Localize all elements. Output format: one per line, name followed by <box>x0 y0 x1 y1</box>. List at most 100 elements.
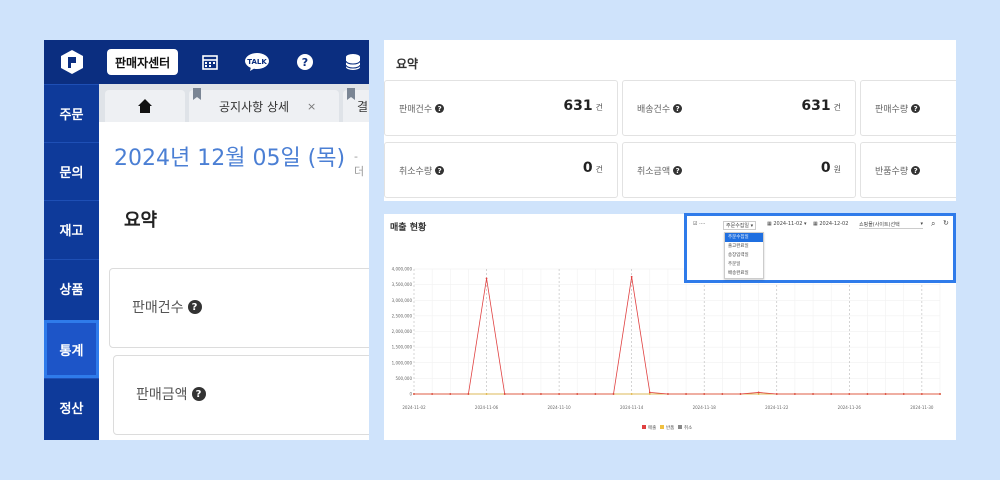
help-icon[interactable]: ? <box>673 104 683 113</box>
data-point <box>612 393 615 395</box>
dropdown-option[interactable]: 주문수집일 <box>725 233 763 242</box>
card-value: 0 <box>582 160 593 176</box>
legend-swatch <box>660 425 664 429</box>
logo-icon <box>60 50 83 74</box>
data-point <box>884 393 887 395</box>
data-point <box>757 391 760 394</box>
kakao-talk-icon[interactable]: TALK <box>244 51 270 73</box>
data-point <box>902 393 905 395</box>
sidebar-item-label: 재고 <box>59 224 84 239</box>
data-point <box>467 393 470 395</box>
data-point <box>449 393 452 395</box>
summary-card-shipping-count: 배송건수? 631 건 <box>622 80 856 136</box>
tab-label: 공지사항 상세 <box>219 99 290 114</box>
search-icon[interactable]: ⌕ <box>931 219 935 229</box>
x-tick-label: 2024-11-06 <box>475 405 499 410</box>
calendar-icon[interactable] <box>199 51 221 73</box>
summary-card-cancel-quantity: 취소수량? 0건 <box>384 142 618 198</box>
summary-title: 요약 <box>124 210 158 231</box>
x-tick-label: 2024-11-18 <box>693 405 717 410</box>
start-date-field[interactable]: ▦ 2024-11-02 ▾ <box>767 221 807 227</box>
database-icon[interactable] <box>342 51 364 73</box>
date-suffix: - 더 <box>354 150 365 178</box>
summary-card-sales-count: 판매건수? <box>109 268 369 348</box>
refresh-icon[interactable]: ↻ <box>943 219 949 227</box>
series-line-0 <box>414 276 940 395</box>
card-label: 배송건수 <box>637 105 671 115</box>
sidebar-item-label: 주문 <box>59 108 84 123</box>
sidebar-item-settlement[interactable]: 정산 <box>44 378 99 436</box>
talk-label: TALK <box>247 58 267 66</box>
sidebar-item-label: 정산 <box>59 402 84 417</box>
card-unit: 건 <box>595 103 603 112</box>
card-label: 판매금액 <box>136 387 188 403</box>
data-point <box>721 393 724 395</box>
card-label: 판매수량 <box>875 105 909 115</box>
x-tick-label: 2024-11-14 <box>620 405 644 410</box>
x-tick-label: 2024-11-02 <box>402 405 426 410</box>
tab-bar: 공지사항 상세 × 결 <box>99 84 369 122</box>
help-icon[interactable]: ? <box>435 166 445 175</box>
y-tick-label: 1,500,000 <box>392 345 413 350</box>
legend-swatch <box>678 425 682 429</box>
data-point <box>793 393 796 395</box>
summary-panel: 요약 판매건수? 631 건 배송건수? 631 건 판매수량? 취소수량? 0건 … <box>384 40 956 201</box>
data-point <box>630 393 633 395</box>
sidebar-item-label: 상품 <box>59 283 84 298</box>
end-date-field[interactable]: ▦ 2024-12-02 <box>813 221 848 227</box>
y-tick-label: 3,000,000 <box>392 298 413 303</box>
x-tick-label: 2024-11-22 <box>765 405 789 410</box>
help-icon[interactable]: ? <box>294 51 316 73</box>
filter-checkbox[interactable]: ☑ ···· <box>693 221 705 227</box>
sidebar-item-products[interactable]: 상품 <box>44 259 99 317</box>
data-point <box>648 393 651 395</box>
data-point <box>540 393 542 395</box>
mall-select[interactable]: 쇼핑몰(사이트)선택 ▾ <box>859 221 923 229</box>
card-value: 631 <box>801 98 831 114</box>
tab-label: 결 <box>357 99 369 114</box>
tab-next[interactable]: 결 <box>343 88 369 122</box>
dropdown-option[interactable]: 출고완료일 <box>725 242 763 251</box>
dropdown-option[interactable]: 송장입력일 <box>725 251 763 260</box>
sidebar-item-inquiries[interactable]: 문의 <box>44 142 99 200</box>
y-tick-label: 2,500,000 <box>392 313 413 318</box>
tab-notice-detail[interactable]: 공지사항 상세 × <box>189 88 339 122</box>
help-icon[interactable]: ? <box>911 104 921 113</box>
tab-close-icon[interactable]: × <box>307 100 316 113</box>
card-value: 0 <box>820 160 831 176</box>
app-logo[interactable] <box>44 40 99 84</box>
card-label: 취소수량 <box>399 167 433 177</box>
sidebar-item-inventory[interactable]: 재고 <box>44 200 99 258</box>
data-point <box>503 393 506 395</box>
help-icon[interactable]: ? <box>191 387 206 401</box>
chart-filter-bar: ☑ ···· 주문수집일 ▾ ▦ 2024-11-02 ▾ ▦ 2024-12-… <box>684 213 956 283</box>
data-point <box>576 393 579 395</box>
card-label: 반품수량 <box>875 167 909 177</box>
card-label: 판매건수 <box>399 105 433 115</box>
x-tick-label: 2024-11-30 <box>910 405 934 410</box>
data-point <box>757 393 760 395</box>
data-point <box>667 393 669 395</box>
calendar-icon: ▦ <box>813 221 818 227</box>
dropdown-option[interactable]: 주문일 <box>725 260 763 269</box>
help-icon[interactable]: ? <box>673 166 683 175</box>
help-icon[interactable]: ? <box>435 104 445 113</box>
data-point <box>558 393 561 395</box>
help-icon[interactable]: ? <box>911 166 921 175</box>
tab-home[interactable] <box>105 90 185 122</box>
seller-center-button[interactable]: 판매자센터 <box>107 49 179 75</box>
card-label: 취소금액 <box>637 167 671 177</box>
left-app-panel: 주문 문의 재고 상품 통계 정산 판매자센터 TALK ? 공지사항 상세 × <box>44 40 369 440</box>
sidebar-item-orders[interactable]: 주문 <box>44 84 99 142</box>
sidebar-item-statistics[interactable]: 통계 <box>44 320 99 378</box>
help-icon[interactable]: ? <box>187 300 202 314</box>
y-tick-label: 1,000,000 <box>392 360 413 365</box>
card-unit: 건 <box>595 165 603 174</box>
legend-label: 매출 <box>648 424 656 431</box>
x-tick-label: 2024-11-10 <box>547 405 571 410</box>
data-point <box>775 393 778 395</box>
sidebar-item-label: 통계 <box>59 344 84 359</box>
date-type-select[interactable]: 주문수집일 ▾ <box>723 221 757 230</box>
summary-title: 요약 <box>396 57 419 71</box>
dropdown-option[interactable]: 배송완료일 <box>725 269 763 278</box>
